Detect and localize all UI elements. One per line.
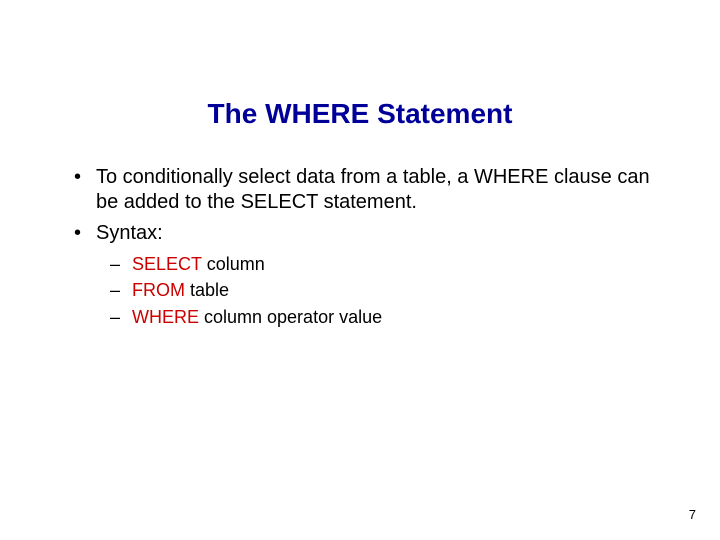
page-number: 7: [689, 507, 696, 522]
syntax-list: SELECT column FROM table WHERE column op…: [96, 252, 658, 329]
bullet-text: To conditionally select data from a tabl…: [96, 166, 650, 213]
sql-fragment: table: [185, 280, 229, 300]
sql-fragment: column operator value: [199, 307, 382, 327]
bullet-item: Syntax: SELECT column FROM table WHERE c…: [68, 221, 658, 329]
syntax-line: WHERE column operator value: [96, 305, 658, 329]
slide: The WHERE Statement To conditionally sel…: [0, 0, 720, 540]
slide-body: To conditionally select data from a tabl…: [68, 165, 658, 335]
bullet-text: Syntax:: [96, 222, 163, 244]
slide-title: The WHERE Statement: [0, 98, 720, 130]
sql-keyword: WHERE: [132, 307, 199, 327]
sql-fragment: column: [202, 254, 265, 274]
bullet-item: To conditionally select data from a tabl…: [68, 165, 658, 215]
syntax-line: SELECT column: [96, 252, 658, 276]
sql-keyword: SELECT: [132, 254, 202, 274]
syntax-line: FROM table: [96, 278, 658, 302]
bullet-list: To conditionally select data from a tabl…: [68, 165, 658, 329]
sql-keyword: FROM: [132, 280, 185, 300]
